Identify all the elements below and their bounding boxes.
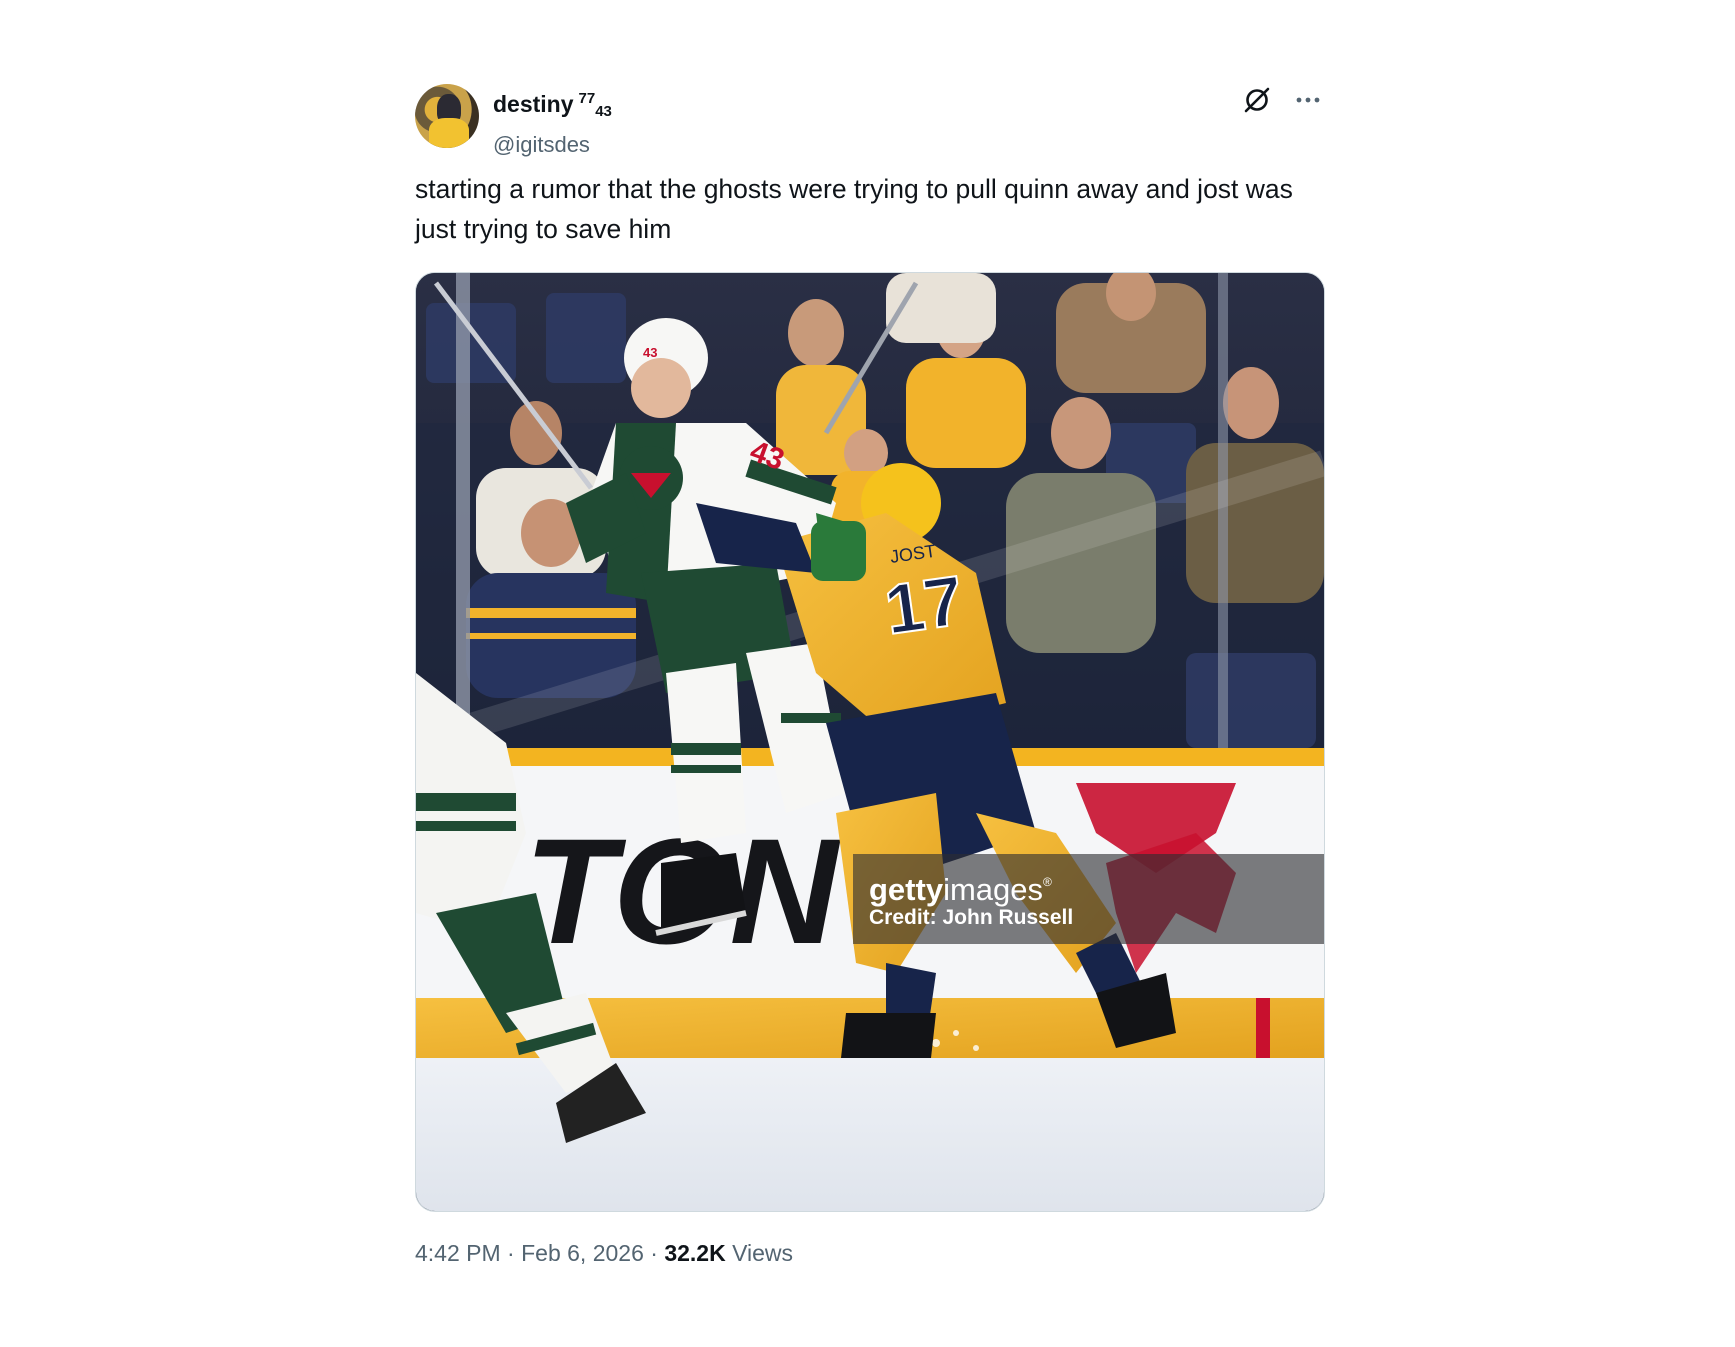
getty-brand-light: images (943, 872, 1044, 907)
more-icon-graphic (1296, 97, 1320, 103)
meta-separator: · (507, 1240, 515, 1266)
tweet-photo[interactable]: TON (415, 272, 1325, 1212)
tweet-card: destiny 7743 @igitsdes starting a rumor t… (415, 82, 1325, 1267)
hockey-photo: TON (416, 273, 1324, 1211)
getty-brand: gettyimages® (869, 864, 1052, 908)
avatar-figure-body (429, 118, 469, 148)
meta-separator: · (650, 1240, 658, 1266)
handle[interactable]: @igitsdes (493, 130, 612, 160)
photo-credit: Credit: John Russell (869, 906, 1074, 929)
tweet-meta: 4:42 PM · Feb 6, 2026 · 32.2K Views (415, 1240, 1325, 1267)
grok-icon[interactable] (1241, 84, 1273, 116)
avatar[interactable] (415, 84, 479, 148)
tweet-time[interactable]: 4:42 PM (415, 1240, 501, 1266)
getty-brand-bold: getty (869, 872, 944, 907)
jersey-number: 17 (880, 561, 968, 649)
tweet-header: destiny 7743 @igitsdes (415, 82, 1325, 157)
display-name-subscript: 43 (595, 103, 612, 120)
tweet-date[interactable]: Feb 6, 2026 (521, 1240, 644, 1266)
views-label: Views (732, 1240, 794, 1266)
getty-registered-mark: ® (1043, 875, 1052, 889)
grok-icon-graphic (1244, 87, 1270, 113)
display-name-superscript: 77 (578, 90, 596, 107)
helmet-number: 43 (643, 345, 657, 360)
tweet-text: starting a rumor that the ghosts were tr… (415, 174, 1293, 244)
views-count[interactable]: 32.2K (664, 1240, 725, 1266)
author-names: destiny 7743 @igitsdes (493, 84, 612, 160)
display-name[interactable]: destiny 7743 (493, 84, 612, 127)
more-icon[interactable] (1291, 84, 1325, 116)
display-name-text: destiny (493, 91, 574, 117)
getty-watermark: gettyimages® Credit: John Russell (853, 854, 1324, 944)
